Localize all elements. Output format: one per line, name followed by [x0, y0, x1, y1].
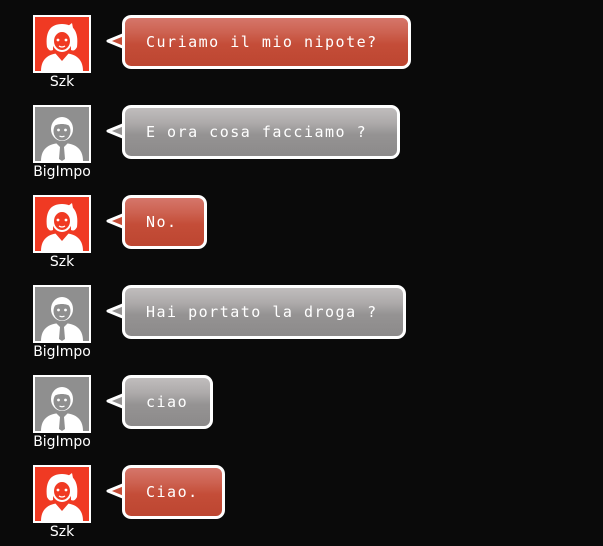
chat-message: Szk Ciao.: [0, 465, 603, 546]
message-bubble: Hai portato la droga ?: [122, 285, 406, 339]
message-bubble: ciao: [122, 375, 213, 429]
message-bubble: No.: [122, 195, 207, 249]
female-user-icon[interactable]: [33, 15, 91, 73]
chat-message: Szk No.: [0, 195, 603, 285]
message-bubble: E ora cosa facciamo ?: [122, 105, 400, 159]
message-bubble: Ciao.: [122, 465, 225, 519]
username: Szk: [49, 524, 75, 540]
username: Szk: [49, 74, 75, 90]
male-user-icon[interactable]: [33, 375, 91, 433]
chat-message: Szk Curiamo il mio nipote?: [0, 15, 603, 105]
female-user-icon[interactable]: [33, 195, 91, 253]
username: BigImpo: [33, 344, 91, 360]
chat-message: BigImpo Hai portato la droga ?: [0, 285, 603, 375]
username: BigImpo: [33, 164, 91, 180]
chat-message: BigImpo ciao: [0, 375, 603, 465]
chat-message: BigImpo E ora cosa facciamo ?: [0, 105, 603, 195]
chat-log: Szk Curiamo il mio nipote? BigImpo E ora…: [0, 0, 603, 546]
female-user-icon[interactable]: [33, 465, 91, 523]
username: Szk: [49, 254, 75, 270]
message-bubble: Curiamo il mio nipote?: [122, 15, 411, 69]
username: BigImpo: [33, 434, 91, 450]
male-user-icon[interactable]: [33, 105, 91, 163]
male-user-icon[interactable]: [33, 285, 91, 343]
